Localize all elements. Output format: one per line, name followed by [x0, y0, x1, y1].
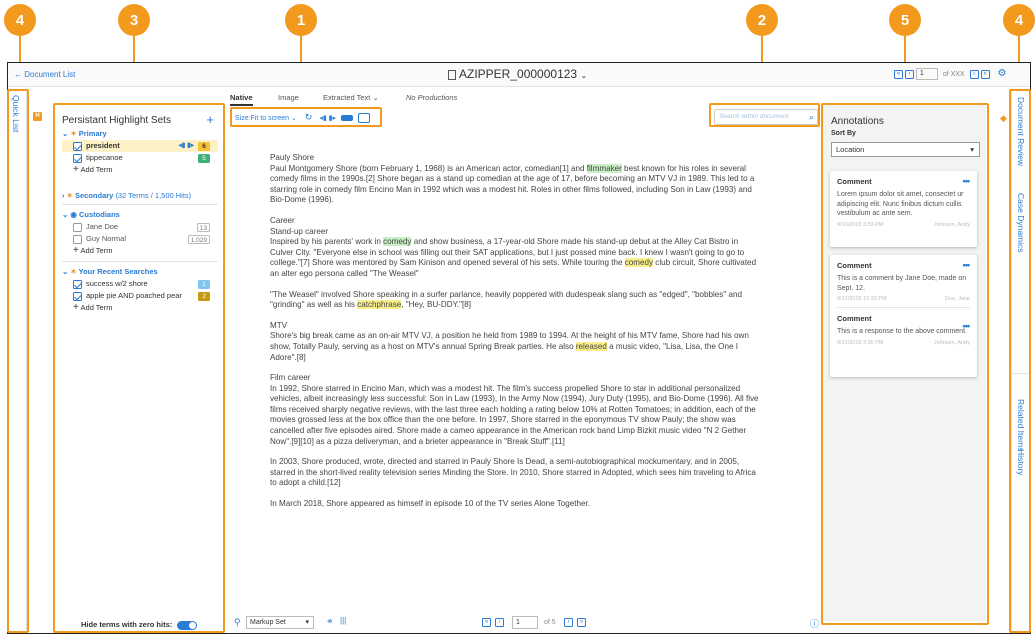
callout-box-right-rail: [1009, 89, 1031, 633]
gear-icon[interactable]: ⚙: [998, 68, 1007, 79]
share-icon[interactable]: ⚭: [326, 616, 334, 627]
doc-section-heading: Career: [270, 215, 295, 225]
prev-page-icon[interactable]: ‹: [904, 69, 914, 79]
top-bar: ← Document List AZIPPER_000000123 ⌄ « ‹ …: [8, 63, 1030, 87]
doc-line: In March 2018, Shore appeared as himself…: [270, 499, 591, 509]
page-input[interactable]: 1: [512, 616, 538, 629]
doc-line: "grinding" as well as his catchphrase, "…: [270, 300, 472, 310]
callout-3: 3: [118, 4, 150, 36]
doc-paragraph: Inspired by his parents' work in comedy …: [270, 237, 739, 247]
doc-line: Adore".[8]: [270, 352, 306, 362]
page-navigator: « ‹ 1 of XXX › » ⚙: [894, 68, 1007, 81]
doc-line: vehicles, albeit increasingly less succe…: [270, 394, 759, 404]
callout-box-toolbar: [230, 107, 382, 127]
callout-1: 1: [285, 4, 317, 36]
doc-line: movies grossed less at the box office th…: [270, 415, 736, 425]
doc-section-heading: MTV: [270, 320, 288, 330]
page-input[interactable]: 1: [915, 68, 938, 81]
location-pin-icon[interactable]: ⚲: [234, 617, 241, 628]
document-icon: [448, 69, 456, 80]
last-page-icon[interactable]: »: [577, 618, 586, 627]
page-count: of 5: [544, 619, 556, 626]
doc-line: cancelled after five episodes aired. Sho…: [270, 426, 747, 436]
doc-line: an alter ego persona called "The Weasel": [270, 268, 419, 278]
doc-title[interactable]: AZIPPER_000000123 ⌄: [448, 67, 587, 81]
info-icon[interactable]: ⓘ: [810, 617, 819, 630]
doc-line: films received sharply negative reviews,…: [270, 404, 756, 414]
doc-line: In 1992, Shore starred in Encino Man, wh…: [270, 383, 741, 393]
doc-section-heading: Stand-up career: [270, 226, 329, 236]
layers-icon[interactable]: ◆: [1000, 113, 1007, 124]
doc-line: Culver City. "Everyone else in school wa…: [270, 247, 745, 257]
back-to-document-list-link[interactable]: ← Document List: [14, 70, 75, 79]
callout-4-right: 4: [1003, 4, 1035, 36]
doc-section-heading: Film career: [270, 373, 311, 383]
doc-line: comedy films in the 1990s.[2] Shore bega…: [270, 174, 755, 184]
last-page-icon[interactable]: »: [980, 69, 990, 79]
tab-native[interactable]: Native: [230, 93, 253, 106]
callout-2: 2: [746, 4, 778, 36]
tab-productions[interactable]: No Productions: [406, 93, 457, 102]
page-count: of XXX: [942, 71, 965, 78]
barcode-icon[interactable]: |||: [340, 616, 346, 625]
doc-line: "The Weasel" involved Shore speaking in …: [270, 289, 742, 299]
callout-4-left: 4: [4, 4, 36, 36]
bottom-bar: ⚲ Markup Set ▾ ⚭ ||| « ‹ 1 of 5 › » ⓘ: [230, 613, 825, 633]
doc-paragraph: Paul Montgomery Shore (born February 1, …: [270, 163, 746, 173]
doc-line: Shore's big break came as an on-air MTV …: [270, 331, 749, 341]
doc-line: In 2003, Shore produced, wrote, directed…: [270, 457, 740, 467]
document-content: Pauly Shore Paul Montgomery Shore (born …: [270, 153, 790, 510]
doc-line: starring role in comedy film Encino Man …: [270, 184, 752, 194]
prev-page-icon[interactable]: ‹: [495, 618, 504, 627]
doc-line: college."[7] Shore was mentored by Sam K…: [270, 258, 757, 268]
doc-line: Now".[9][10] as a pizza deliveryman, and…: [270, 436, 565, 446]
next-page-icon[interactable]: ›: [564, 618, 573, 627]
callout-box-quick-list: [7, 89, 29, 633]
first-page-icon[interactable]: «: [482, 618, 491, 627]
markup-set-select[interactable]: Markup Set ▾: [246, 616, 314, 629]
doc-line: Bio-Dome (1996).: [270, 195, 334, 205]
highlight-toggle-icon[interactable]: H: [33, 112, 42, 121]
doc-line: starred in the short-lived reality telev…: [270, 467, 756, 477]
first-page-icon[interactable]: «: [894, 69, 903, 79]
doc-line: show, Totally Pauly, serving as a host o…: [270, 341, 738, 351]
doc-line: to adopt a child.[12]: [270, 478, 341, 488]
callout-box-highlight-sets: [53, 103, 225, 633]
chevron-down-icon: ⌄: [580, 71, 588, 80]
next-page-icon[interactable]: ›: [969, 69, 979, 79]
doc-heading: Pauly Shore: [270, 153, 315, 162]
callout-5: 5: [889, 4, 921, 36]
tab-image[interactable]: Image: [278, 93, 299, 102]
tab-extracted-text[interactable]: Extracted Text ⌄: [323, 93, 379, 102]
callout-box-search: [709, 103, 820, 127]
callout-box-annotations: [821, 103, 989, 625]
